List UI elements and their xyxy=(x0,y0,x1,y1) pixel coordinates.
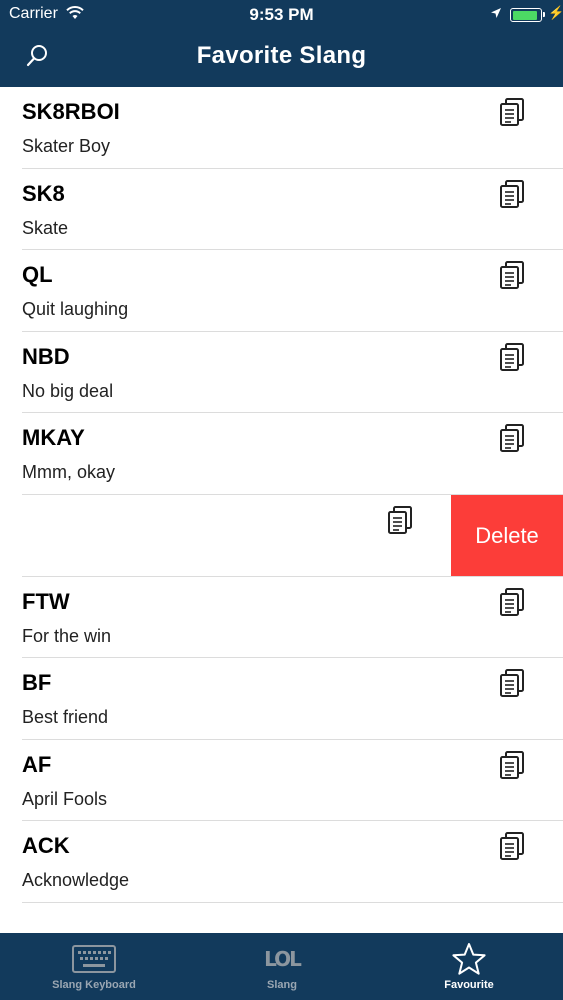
lol-icon: LOL xyxy=(264,947,302,971)
list-item[interactable]: SK8 Skate xyxy=(0,169,563,251)
copy-button[interactable] xyxy=(498,342,526,372)
slang-abbreviation: AF xyxy=(22,751,52,777)
list-item[interactable]: MKAY Mmm, okay xyxy=(0,413,563,495)
slang-meaning: Quit laughing xyxy=(22,299,129,320)
slang-abbreviation: ACK xyxy=(22,833,70,859)
tab-bar: Slang Keyboard LOL Slang Favourite xyxy=(0,933,563,1000)
charging-bolt-icon: ⚡ xyxy=(548,5,563,20)
copy-icon xyxy=(500,750,524,779)
slang-meaning: For the win xyxy=(22,625,112,646)
list-item-swiped[interactable]: gDelete xyxy=(0,495,563,577)
slang-abbreviation: QL xyxy=(22,262,53,288)
slang-abbreviation: BF xyxy=(22,670,52,696)
tab-label: Slang Keyboard xyxy=(52,979,136,991)
list-item[interactable]: NBD No big deal xyxy=(0,332,563,414)
list-item[interactable]: SK8RBOI Skater Boy xyxy=(0,87,563,169)
slang-meaning: No big deal xyxy=(22,380,114,401)
copy-button[interactable] xyxy=(498,97,526,127)
slang-abbreviation: SK8RBOI xyxy=(22,99,120,124)
tab-slang[interactable]: LOL Slang xyxy=(240,933,324,1000)
copy-button[interactable] xyxy=(498,750,526,780)
copy-icon xyxy=(500,98,524,126)
copy-button[interactable] xyxy=(498,668,526,698)
status-bar: Carrier 9:53 PM ⚡ xyxy=(0,0,563,30)
copy-icon xyxy=(500,261,524,290)
slang-meaning: Best friend xyxy=(22,707,109,728)
slang-abbreviation: MKAY xyxy=(22,425,85,451)
page-title: Favorite Slang xyxy=(196,42,367,69)
tab-favourite[interactable]: Favourite xyxy=(426,933,512,1000)
slang-abbreviation: NBD xyxy=(22,343,70,369)
keyboard-icon xyxy=(72,943,116,975)
copy-icon xyxy=(500,587,524,616)
top-bar: Carrier 9:53 PM ⚡ Favorite Slang xyxy=(0,0,563,87)
slang-abbreviation: FTW xyxy=(22,588,70,614)
tab-label: Slang xyxy=(267,979,297,991)
list-item[interactable]: QL Quit laughing xyxy=(0,250,563,332)
copy-icon xyxy=(500,342,524,371)
location-arrow-icon xyxy=(490,6,502,24)
copy-icon xyxy=(500,832,524,861)
row-divider xyxy=(22,901,563,903)
tab-label: Favourite xyxy=(444,979,494,991)
slang-meaning: Acknowledge xyxy=(22,870,130,891)
list-item[interactable]: AF April Fools xyxy=(0,740,563,822)
copy-button[interactable] xyxy=(498,587,526,617)
slang-meaning: Skater Boy xyxy=(22,136,111,156)
status-time: 9:53 PM xyxy=(249,5,314,24)
slang-abbreviation: SK8 xyxy=(22,180,65,206)
slang-meaning: Mmm, okay xyxy=(22,462,116,483)
copy-button[interactable] xyxy=(386,505,414,535)
copy-icon xyxy=(500,424,524,453)
tab-slang-keyboard[interactable]: Slang Keyboard xyxy=(30,933,158,1000)
list-item[interactable]: BF Best friend xyxy=(0,658,563,740)
delete-button[interactable]: Delete xyxy=(451,495,563,577)
copy-button[interactable] xyxy=(498,260,526,290)
copy-button[interactable] xyxy=(498,179,526,209)
copy-button[interactable] xyxy=(498,831,526,861)
slang-meaning: April Fools xyxy=(22,788,108,809)
list-item[interactable]: FTW For the win xyxy=(0,577,563,659)
favorite-slang-list[interactable]: SK8RBOI Skater Boy SK8 Skate QL Quit laughing… xyxy=(0,87,563,933)
copy-icon xyxy=(500,179,524,208)
copy-button[interactable] xyxy=(498,423,526,453)
slang-meaning: Skate xyxy=(22,217,69,238)
copy-icon xyxy=(388,506,412,534)
star-icon xyxy=(451,943,487,975)
copy-icon xyxy=(500,669,524,698)
battery-icon xyxy=(510,8,545,22)
list-item[interactable]: ACK Acknowledge xyxy=(0,821,563,903)
